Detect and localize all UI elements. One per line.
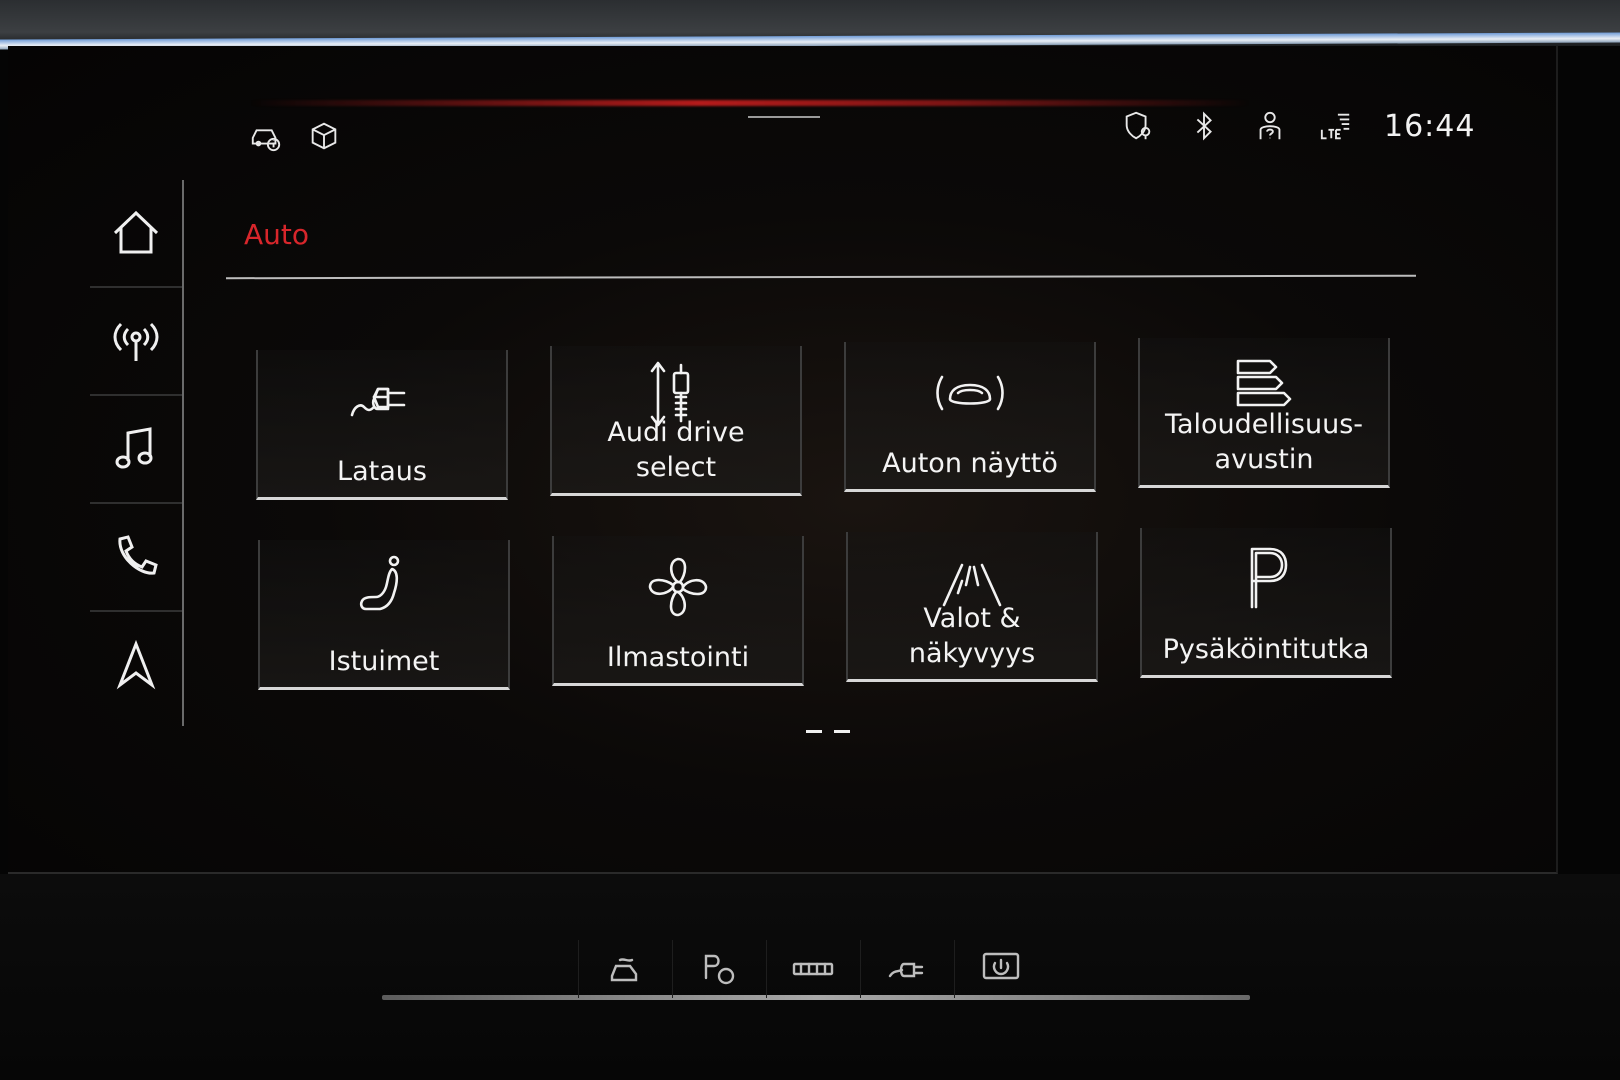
sidebar-item-phone[interactable] [90,504,182,612]
tile-seats[interactable]: Istuimet [258,540,510,690]
plug-icon [888,962,924,978]
console-button-park-assist[interactable] [672,940,765,998]
bluetooth-icon[interactable] [1186,108,1222,144]
user-question-icon[interactable] [1252,108,1288,144]
charging-plug-icon [350,387,406,417]
status-bar-left [248,118,342,154]
tile-label: Taloudellisuus- avustin [1164,409,1364,475]
location-shield-icon[interactable] [1120,108,1156,144]
sidebar-item-navigation[interactable] [90,612,182,718]
tile-parking-radar[interactable]: Pysäköintitutka [1140,528,1392,678]
side-navigation [90,180,184,726]
tile-label: Audi drive select [607,417,745,483]
fan-icon [648,557,708,617]
sidebar-item-media[interactable] [90,396,182,504]
tile-lights-visibility[interactable]: Valot & näkyvyys [846,532,1098,682]
console-button-rear-defrost[interactable] [766,940,859,998]
tile-efficiency-assist[interactable]: Taloudellisuus- avustin [1138,338,1390,488]
sidebar-item-home[interactable] [90,180,182,288]
phone-icon [118,535,158,575]
car-wave-icon [610,958,638,982]
page-dot [834,730,850,733]
music-note-icon [115,427,153,469]
top-red-accent [250,100,1250,106]
page-dot-active [806,730,822,733]
screen-power-icon [982,952,1020,980]
console-button-display-power[interactable] [954,940,1047,998]
tile-car-view[interactable]: Auton näyttö [844,342,1096,492]
pull-down-handle[interactable] [748,116,820,118]
tile-label: Istuimet [328,646,440,677]
sidebar-item-radio[interactable] [90,288,182,396]
tile-label: Valot & näkyvyys [908,603,1036,669]
tile-audi-drive-select[interactable]: Audi drive select [550,346,802,496]
clock: 16:44 [1384,108,1476,144]
seat-icon [359,555,400,611]
page-title: Auto [244,218,310,251]
box-icon[interactable] [306,118,342,154]
tile-label: Pysäköintitutka [1162,634,1370,665]
lte-signal-icon[interactable] [1318,108,1354,144]
tile-charging[interactable]: Lataus [256,350,508,500]
status-bar-right: 16:44 [1120,108,1475,144]
console-button-drive-mode[interactable] [578,940,671,998]
tile-label: Lataus [337,456,427,487]
parking-sensor-icon [704,954,735,985]
home-icon [113,210,159,254]
tile-label: Ilmastointi [606,642,750,673]
parking-p-icon [1250,547,1288,609]
tile-label: Auton näyttö [882,448,1058,479]
radio-antenna-icon [113,322,159,361]
hazard-strip-icon [792,962,834,976]
console-button-charge-port[interactable] [860,940,953,998]
car-view-icon [936,375,1004,411]
page-indicator[interactable] [806,730,850,733]
car-info-icon[interactable] [248,118,284,154]
navigation-arrow-icon [116,639,156,690]
tile-climate[interactable]: Ilmastointi [552,536,804,686]
